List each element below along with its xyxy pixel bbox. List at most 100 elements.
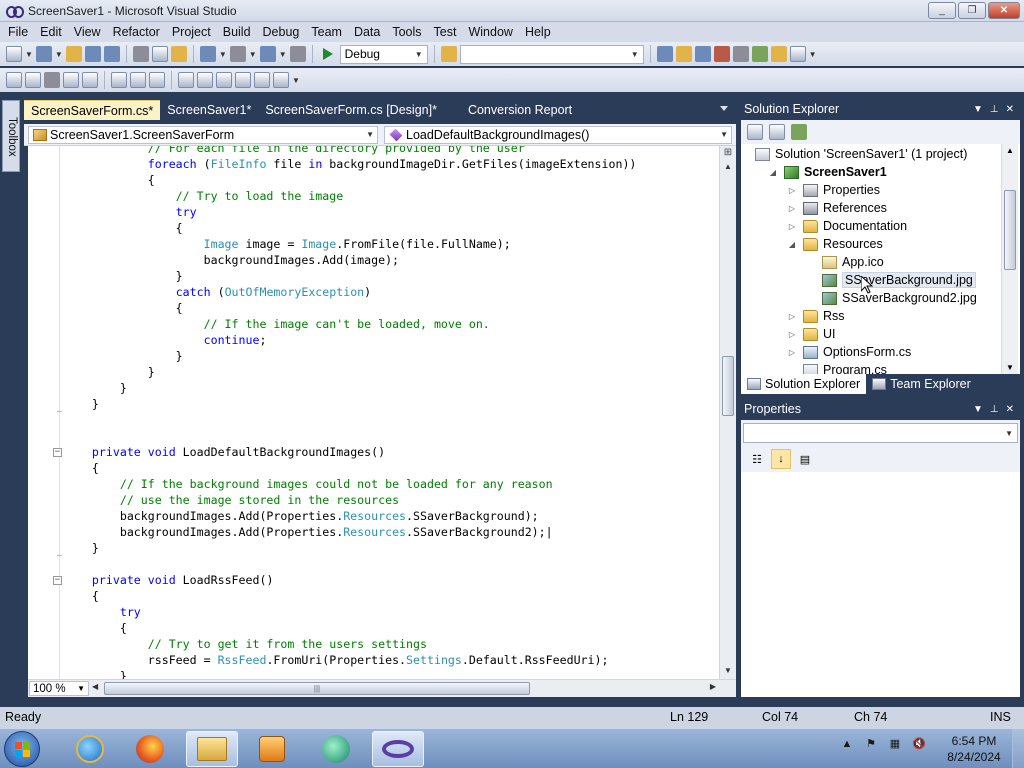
tree-item[interactable]: ▷ Properties xyxy=(787,181,880,199)
network-icon[interactable]: ▦ xyxy=(888,737,902,751)
close-panel-icon[interactable]: ✕ xyxy=(1006,404,1014,415)
uncomment-lines-icon[interactable] xyxy=(149,72,165,88)
save-all-icon[interactable] xyxy=(103,46,120,62)
navigate-forward-icon[interactable] xyxy=(289,46,306,62)
split-window-icon[interactable]: ⊞ xyxy=(722,148,734,160)
panel-menu-icon[interactable]: ▼ xyxy=(973,404,983,415)
next-bookmark-icon[interactable] xyxy=(216,72,232,88)
tree-item[interactable]: ◢ Resources xyxy=(787,235,883,253)
redo-icon[interactable] xyxy=(229,46,246,62)
toolbox-tab[interactable]: Toolbox xyxy=(2,100,20,172)
menu-file[interactable]: File xyxy=(2,25,34,39)
menu-team[interactable]: Team xyxy=(305,25,348,39)
display-parameter-info-icon[interactable] xyxy=(25,72,41,88)
add-item-dropdown-icon[interactable]: ▼ xyxy=(55,50,63,59)
save-icon[interactable] xyxy=(84,46,101,62)
start-button[interactable] xyxy=(4,731,40,767)
scroll-up-icon[interactable]: ▲ xyxy=(1006,146,1014,155)
add-item-icon[interactable] xyxy=(35,46,52,62)
expand-arrow-icon[interactable]: ▷ xyxy=(787,204,797,213)
menu-refactor[interactable]: Refactor xyxy=(107,25,166,39)
menu-debug[interactable]: Debug xyxy=(257,25,306,39)
collapse-arrow-icon[interactable]: ◢ xyxy=(787,240,797,249)
properties-window-icon[interactable] xyxy=(675,46,692,62)
solution-configuration-dropdown[interactable]: Debug ▼ xyxy=(339,44,428,64)
show-hidden-icons-icon[interactable]: ▲ xyxy=(840,737,854,751)
types-dropdown[interactable]: ScreenSaver1.ScreenSaverForm ▼ xyxy=(28,125,378,144)
previous-bookmark-icon[interactable] xyxy=(197,72,213,88)
menu-window[interactable]: Window xyxy=(462,25,518,39)
menu-edit[interactable]: Edit xyxy=(34,25,68,39)
find-combo[interactable]: ▼ xyxy=(459,44,644,64)
team-explorer-icon[interactable] xyxy=(770,46,787,62)
tree-item[interactable]: Solution 'ScreenSaver1' (1 project) xyxy=(755,145,967,163)
visual-studio-icon[interactable] xyxy=(372,731,424,767)
expand-arrow-icon[interactable]: ▷ xyxy=(787,186,797,195)
comment-lines-icon[interactable] xyxy=(130,72,146,88)
tree-item[interactable]: ▷ OptionsForm.cs xyxy=(787,343,911,361)
new-project-dropdown-icon[interactable]: ▼ xyxy=(25,50,33,59)
start-page-icon[interactable] xyxy=(751,46,768,62)
tab-conversion-report[interactable]: Conversion Report xyxy=(444,100,579,120)
tree-item[interactable]: App.ico xyxy=(806,253,884,271)
horizontal-scroll-thumb[interactable]: ||| xyxy=(104,682,530,695)
members-dropdown[interactable]: LoadDefaultBackgroundImages() ▼ xyxy=(384,125,732,144)
menu-view[interactable]: View xyxy=(68,25,107,39)
code-editor[interactable]: − − // For each file in the directory pr… xyxy=(28,146,736,679)
object-browser-icon[interactable] xyxy=(694,46,711,62)
collapse-icon[interactable]: − xyxy=(53,448,62,457)
undo-icon[interactable] xyxy=(199,46,216,62)
menu-tools[interactable]: Tools xyxy=(386,25,427,39)
copy-icon[interactable] xyxy=(151,46,168,62)
properties-icon[interactable] xyxy=(769,124,785,140)
expand-arrow-icon[interactable]: ▷ xyxy=(787,330,797,339)
alphabetical-icon[interactable]: ↓ xyxy=(771,449,791,469)
expand-arrow-icon[interactable]: ▷ xyxy=(787,348,797,357)
toolbox-icon[interactable] xyxy=(713,46,730,62)
scroll-down-icon[interactable]: ▼ xyxy=(724,666,732,675)
cut-icon[interactable] xyxy=(132,46,149,62)
menu-test[interactable]: Test xyxy=(428,25,463,39)
toolbar-overflow-icon[interactable]: ▼ xyxy=(292,76,300,85)
editor-horizontal-scrollbar[interactable]: ◀ ||| ▶ xyxy=(90,682,718,695)
tree-item[interactable]: SSaverBackground2.jpg xyxy=(806,289,977,307)
navigate-backward-icon[interactable] xyxy=(259,46,276,62)
display-quick-info-icon[interactable] xyxy=(44,72,60,88)
solution-explorer-icon[interactable] xyxy=(656,46,673,62)
next-bookmark-in-folder-icon[interactable] xyxy=(254,72,270,88)
new-project-icon[interactable] xyxy=(6,46,22,62)
scroll-down-icon[interactable]: ▼ xyxy=(1006,363,1014,372)
tab-screensaverform-design[interactable]: ScreenSaverForm.cs [Design]* xyxy=(258,100,444,120)
scroll-thumb[interactable] xyxy=(1004,190,1016,270)
tree-item[interactable]: Program.cs xyxy=(787,361,887,374)
firefox-icon[interactable] xyxy=(124,731,176,767)
tab-screensaverform-cs[interactable]: ScreenSaverForm.cs* xyxy=(24,100,161,120)
editor-vertical-scrollbar[interactable]: ⊞ ▲ ▼ xyxy=(719,146,736,679)
collapse-icon[interactable]: − xyxy=(53,576,62,585)
navigate-dropdown-icon[interactable]: ▼ xyxy=(279,50,287,59)
internet-explorer-icon[interactable] xyxy=(64,731,116,767)
open-file-icon[interactable] xyxy=(65,46,82,62)
clear-bookmarks-icon[interactable] xyxy=(273,72,289,88)
property-pages-icon[interactable]: ▤ xyxy=(795,449,815,469)
collapse-arrow-icon[interactable]: ◢ xyxy=(768,168,778,177)
close-button[interactable]: ✕ xyxy=(988,2,1020,19)
tree-item[interactable]: ▷ References xyxy=(787,199,887,217)
clock[interactable]: 6:54 PM 8/24/2024 xyxy=(944,733,1004,765)
tree-item[interactable]: ▷ UI xyxy=(787,325,836,343)
display-object-member-list-icon[interactable] xyxy=(6,72,22,88)
start-debugging-icon[interactable] xyxy=(322,48,333,60)
expand-arrow-icon[interactable]: ▷ xyxy=(787,222,797,231)
toolbar-overflow-icon[interactable]: ▼ xyxy=(809,50,817,59)
tree-item[interactable]: ▷ Documentation xyxy=(787,217,907,235)
solution-explorer-scrollbar[interactable]: ▲ ▼ xyxy=(1001,144,1018,374)
action-center-flag-icon[interactable]: ⚑ xyxy=(864,737,878,751)
show-desktop-button[interactable] xyxy=(1012,729,1024,768)
panel-menu-icon[interactable]: ▼ xyxy=(973,104,983,115)
menu-build[interactable]: Build xyxy=(217,25,257,39)
tab-solution-explorer[interactable]: Solution Explorer xyxy=(741,374,867,394)
categorized-icon[interactable]: ☷ xyxy=(747,449,767,469)
paste-icon[interactable] xyxy=(170,46,187,62)
menu-help[interactable]: Help xyxy=(519,25,557,39)
extension-manager-icon[interactable] xyxy=(732,46,749,62)
